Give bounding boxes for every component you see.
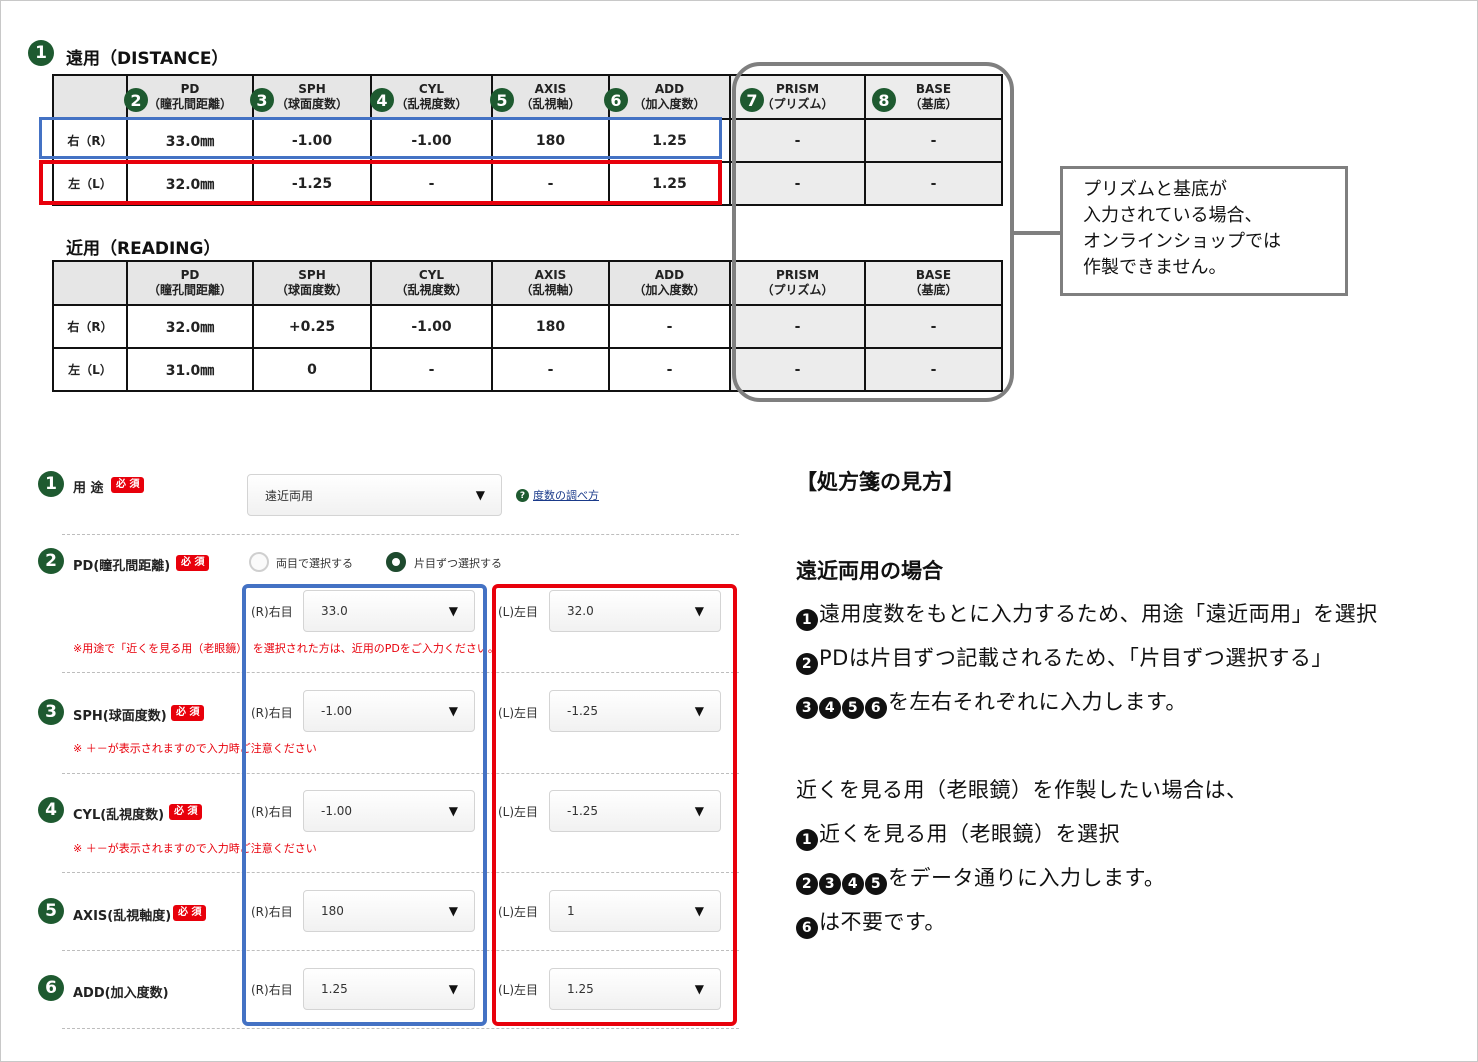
sph-label: SPH(球面度数) xyxy=(73,709,167,724)
add-label: ADD(加入度数) xyxy=(73,986,169,1001)
required-badge: 必 須 xyxy=(171,705,205,721)
help-icon[interactable]: ? xyxy=(516,489,529,502)
num-badge: 3 xyxy=(819,873,841,895)
step-6-icon: 6 xyxy=(604,88,628,112)
note-line: プリズムと基底が xyxy=(1083,179,1227,200)
table-cell: -1.00 xyxy=(370,304,493,349)
radio-each-label[interactable]: 片目ずつ選択する xyxy=(414,555,502,571)
num-badge: 6 xyxy=(865,697,887,719)
num-badge: 5 xyxy=(865,873,887,895)
header-cyl: CYL （乱視度数） xyxy=(370,260,493,306)
num-badge: 2 xyxy=(796,873,818,895)
step-2-icon: 2 xyxy=(124,88,148,112)
table-cell: +0.25 xyxy=(252,304,372,349)
explain-line-5: 1 近くを見る用（老眼鏡）を選択 xyxy=(796,818,1120,851)
num-badge: 4 xyxy=(819,697,841,719)
table-cell: - xyxy=(491,347,610,392)
header-cell xyxy=(52,260,128,306)
explain-line-7: 6 は不要です。 xyxy=(796,906,946,939)
prism-note: プリズムと基底が 入力されている場合、 オンラインショップでは 作製できません。 xyxy=(1060,166,1348,296)
header-pd: PD （瞳孔間距離） xyxy=(126,260,254,306)
note-line: オンラインショップでは xyxy=(1083,231,1281,252)
step-1-icon: 1 xyxy=(28,40,54,66)
usage-label: 用 途 xyxy=(73,481,104,496)
explain-line-1: 1 遠用度数をもとに入力するため、用途「遠近両用」を選択 xyxy=(796,598,1378,631)
required-badge: 必 須 xyxy=(173,905,207,921)
explain-line-4: 近くを見る用（老眼鏡）を作製したい場合は、 xyxy=(796,778,1248,802)
prism-base-highlight xyxy=(732,62,1014,402)
note-line: 入力されている場合、 xyxy=(1083,205,1263,226)
table-cell: - xyxy=(370,347,493,392)
table-cell: 32.0㎜ xyxy=(126,304,254,349)
highlight-right-row xyxy=(39,117,722,159)
explain-line-3: 3 4 5 6 を左右それぞれに入力します。 xyxy=(796,686,1187,719)
highlight-right-eye xyxy=(242,584,487,1026)
explain-subtitle: 遠近両用の場合 xyxy=(796,559,943,583)
table-cell: 右（R） xyxy=(52,304,128,349)
radio-both[interactable] xyxy=(249,552,269,572)
required-badge: 必 須 xyxy=(176,555,210,571)
header-add: ADD （加入度数） xyxy=(608,260,731,306)
required-badge: 必 須 xyxy=(169,804,203,820)
num-badge: 5 xyxy=(842,697,864,719)
explain-line-6: 2 3 4 5 をデータ通りに入力します。 xyxy=(796,862,1165,895)
pd-label: PD(瞳孔間距離) xyxy=(73,559,171,574)
table-cell: 180 xyxy=(491,304,610,349)
step-2-icon: 2 xyxy=(38,548,64,574)
explain-line-2: 2 PDは片目ずつ記載されるため、「片目ずつ選択する」 xyxy=(796,642,1333,675)
step-5-icon: 5 xyxy=(38,898,64,924)
step-3-icon: 3 xyxy=(38,699,64,725)
highlight-left-row xyxy=(39,160,722,205)
num-badge: 4 xyxy=(842,873,864,895)
required-badge: 必 須 xyxy=(111,477,145,493)
step-4-icon: 4 xyxy=(370,88,394,112)
help-link[interactable]: 度数の調べ方 xyxy=(533,487,599,503)
step-4-icon: 4 xyxy=(38,797,64,823)
table-cell: 31.0㎜ xyxy=(126,347,254,392)
cyl-label: CYL(乱視度数) xyxy=(73,808,165,823)
step-5-icon: 5 xyxy=(490,88,514,112)
explain-title: 【処方箋の見方】 xyxy=(796,470,964,494)
num-badge: 2 xyxy=(796,653,818,675)
usage-select[interactable]: 遠近両用 ▼ xyxy=(247,474,502,516)
step-1-icon: 1 xyxy=(38,471,64,497)
table-cell: 0 xyxy=(252,347,372,392)
axis-label: AXIS(乱視軸度) xyxy=(73,909,172,924)
divider xyxy=(62,1028,739,1029)
header-sph: SPH （球面度数） xyxy=(252,260,372,306)
num-badge: 3 xyxy=(796,697,818,719)
distance-title: 遠用（DISTANCE） xyxy=(66,49,229,69)
num-badge: 1 xyxy=(796,829,818,851)
highlight-left-eye xyxy=(492,584,737,1026)
note-connector xyxy=(1012,231,1062,235)
step-3-icon: 3 xyxy=(250,88,274,112)
radio-each[interactable] xyxy=(386,552,406,572)
step-6-icon: 6 xyxy=(38,975,64,1001)
header-cell xyxy=(52,74,128,120)
num-badge: 6 xyxy=(796,917,818,939)
note-line: 作製できません。 xyxy=(1083,257,1227,278)
table-cell: - xyxy=(608,347,731,392)
header-axis: AXIS （乱視軸） xyxy=(491,260,610,306)
num-badge: 1 xyxy=(796,609,818,631)
divider xyxy=(62,534,739,535)
table-cell: - xyxy=(608,304,731,349)
dropdown-arrow-icon: ▼ xyxy=(475,488,485,502)
usage-value: 遠近両用 xyxy=(265,488,314,503)
table-cell: 左（L） xyxy=(52,347,128,392)
reading-title: 近用（READING） xyxy=(66,239,221,259)
radio-both-label[interactable]: 両目で選択する xyxy=(276,555,353,571)
